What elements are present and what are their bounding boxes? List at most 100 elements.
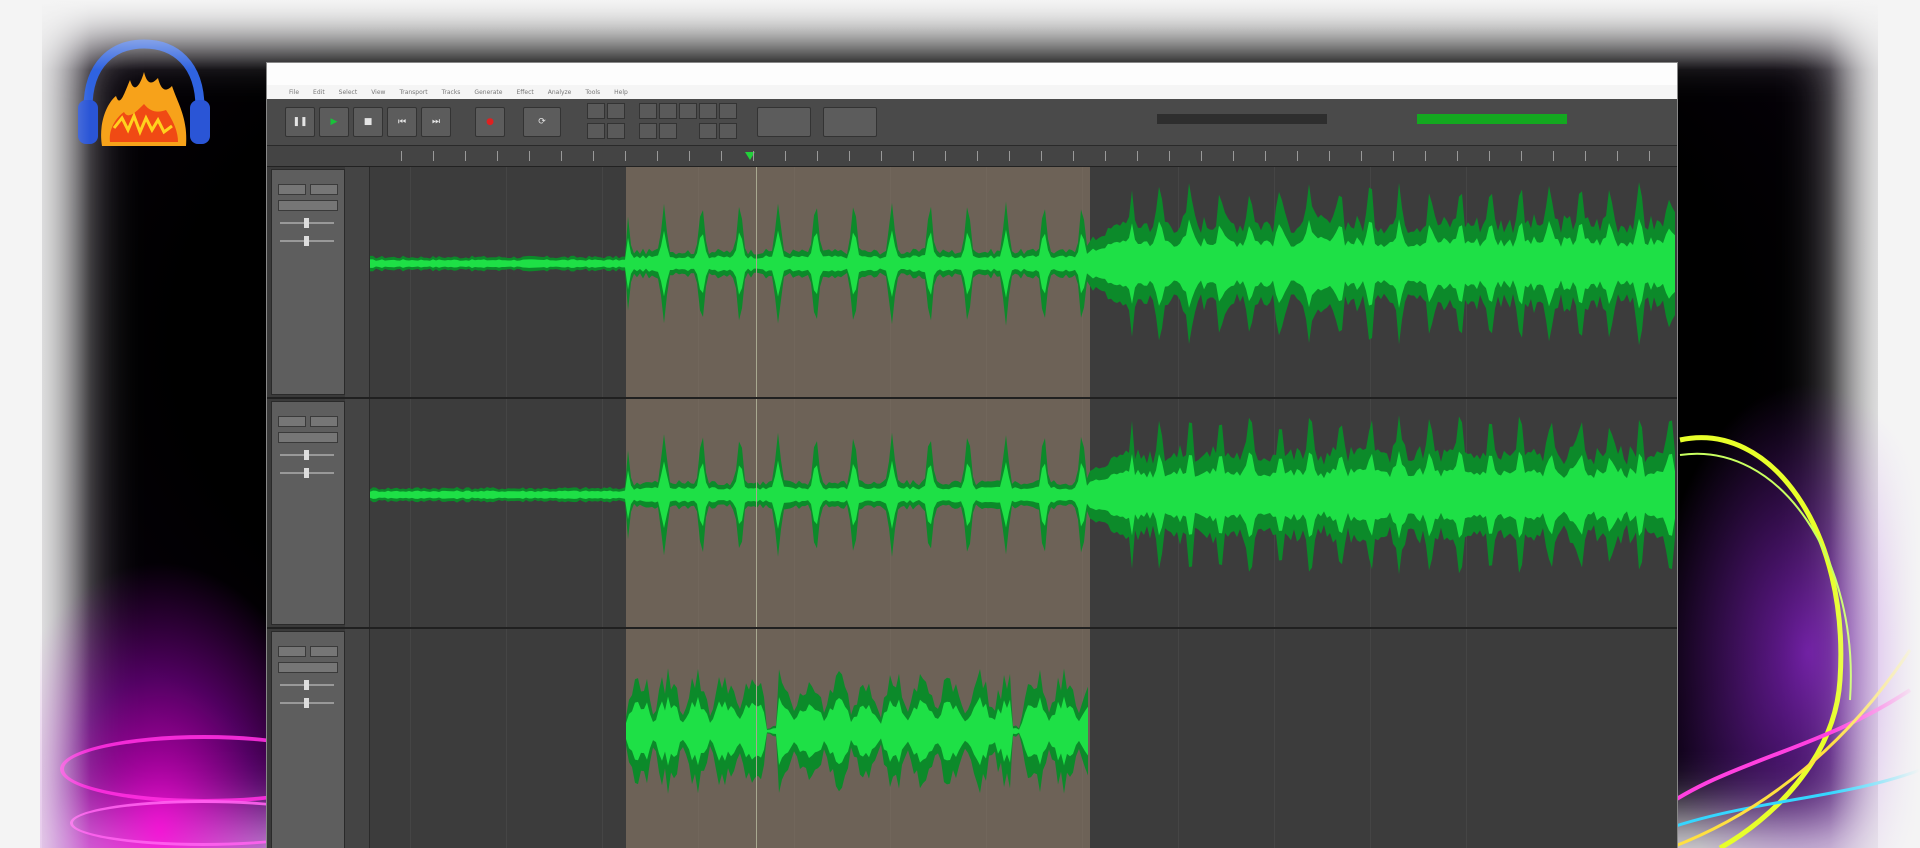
ruler-tick <box>977 151 978 161</box>
track-control-panel[interactable] <box>271 401 345 625</box>
menu-tracks[interactable]: Tracks <box>442 89 461 96</box>
ruler-tick <box>433 151 434 161</box>
ruler-tick <box>721 151 722 161</box>
menu-generate[interactable]: Generate <box>474 89 502 96</box>
edit-undo[interactable] <box>639 123 657 139</box>
skip-end-icon: ⏭ <box>431 117 441 127</box>
edit-cut[interactable] <box>639 103 657 119</box>
ruler-tick <box>1137 151 1138 161</box>
edit-cursor <box>756 629 757 848</box>
playback-meter[interactable] <box>1157 114 1327 124</box>
track-control-panel[interactable] <box>271 631 345 848</box>
skip-end-button[interactable]: ⏭ <box>421 107 451 137</box>
zoom-out[interactable] <box>719 123 737 139</box>
gain-slider[interactable] <box>280 450 334 460</box>
menu-select[interactable]: Select <box>339 89 358 96</box>
zoom-in[interactable] <box>699 123 717 139</box>
audio-track[interactable] <box>267 167 1677 399</box>
slider-knob[interactable] <box>304 236 309 246</box>
stop-button[interactable]: ■ <box>353 107 383 137</box>
audio-track[interactable] <box>267 399 1677 629</box>
effects-button[interactable] <box>278 662 338 673</box>
mute-button[interactable] <box>278 416 306 427</box>
menu-effect[interactable]: Effect <box>516 89 533 96</box>
ruler-tick <box>1457 151 1458 161</box>
edit-cursor <box>756 399 757 627</box>
slider-knob[interactable] <box>304 698 309 708</box>
pause-icon: ❚❚ <box>292 117 308 127</box>
pan-slider[interactable] <box>280 468 334 478</box>
skip-start-icon: ⏮ <box>397 117 407 127</box>
ruler-tick <box>945 151 946 161</box>
slider-knob[interactable] <box>304 218 309 228</box>
edit-redo[interactable] <box>659 123 677 139</box>
effects-button[interactable] <box>278 432 338 443</box>
slider-knob[interactable] <box>304 450 309 460</box>
tool-select[interactable] <box>587 103 605 119</box>
ruler-tick <box>849 151 850 161</box>
record-button[interactable]: ● <box>475 107 505 137</box>
ruler-tick <box>1585 151 1586 161</box>
waveform <box>626 668 1088 794</box>
waveform-area[interactable] <box>370 167 1677 397</box>
ruler-tick <box>1553 151 1554 161</box>
waveform-area[interactable] <box>370 629 1677 848</box>
menu-analyze[interactable]: Analyze <box>548 89 572 96</box>
fade-top <box>0 0 1920 70</box>
tool-envelope[interactable] <box>607 103 625 119</box>
ruler-tick <box>625 151 626 161</box>
menu-bar: File Edit Select View Transport Tracks Generat… <box>267 85 1677 99</box>
play-button[interactable]: ▶ <box>319 107 349 137</box>
mute-button[interactable] <box>278 646 306 657</box>
pan-slider[interactable] <box>280 698 334 708</box>
amplitude-scale <box>345 629 370 848</box>
ruler-tick <box>529 151 530 161</box>
amplitude-scale <box>345 167 370 397</box>
mute-button[interactable] <box>278 184 306 195</box>
menu-transport[interactable]: Transport <box>399 89 427 96</box>
ruler-tick <box>1073 151 1074 161</box>
audio-setup-button[interactable] <box>757 107 811 137</box>
menu-edit[interactable]: Edit <box>313 89 325 96</box>
audio-track[interactable] <box>267 629 1677 848</box>
effects-button[interactable] <box>278 200 338 211</box>
ruler-tick <box>1329 151 1330 161</box>
tool-multi[interactable] <box>607 123 625 139</box>
play-icon: ▶ <box>330 117 338 127</box>
solo-button[interactable] <box>310 416 338 427</box>
pan-slider[interactable] <box>280 236 334 246</box>
ruler-tick <box>497 151 498 161</box>
solo-button[interactable] <box>310 184 338 195</box>
waveform-area[interactable] <box>370 399 1677 627</box>
edit-copy[interactable] <box>659 103 677 119</box>
slider-knob[interactable] <box>304 680 309 690</box>
gain-slider[interactable] <box>280 218 334 228</box>
solo-button[interactable] <box>310 646 338 657</box>
ruler-tick <box>593 151 594 161</box>
ruler-tick <box>1009 151 1010 161</box>
record-meter[interactable] <box>1417 114 1567 124</box>
pause-button[interactable]: ❚❚ <box>285 107 315 137</box>
ruler-tick <box>1361 151 1362 161</box>
edit-silence[interactable] <box>719 103 737 119</box>
slider-knob[interactable] <box>304 468 309 478</box>
loop-button[interactable]: ⟳ <box>523 107 561 137</box>
timeline-ruler[interactable] <box>267 146 1677 167</box>
menu-tools[interactable]: Tools <box>585 89 600 96</box>
skip-start-button[interactable]: ⏮ <box>387 107 417 137</box>
menu-help[interactable]: Help <box>614 89 628 96</box>
edit-paste[interactable] <box>679 103 697 119</box>
ruler-tick <box>1169 151 1170 161</box>
gain-slider[interactable] <box>280 680 334 690</box>
edit-trim[interactable] <box>699 103 717 119</box>
tool-draw[interactable] <box>587 123 605 139</box>
ruler-tick <box>1041 151 1042 161</box>
menu-file[interactable]: File <box>289 89 299 96</box>
share-audio-button[interactable] <box>823 107 877 137</box>
ruler-tick <box>913 151 914 161</box>
stage: File Edit Select View Transport Tracks Generat… <box>0 0 1920 848</box>
stop-icon: ■ <box>363 117 373 127</box>
menu-view[interactable]: View <box>371 89 385 96</box>
fade-left <box>0 0 90 848</box>
track-control-panel[interactable] <box>271 169 345 395</box>
